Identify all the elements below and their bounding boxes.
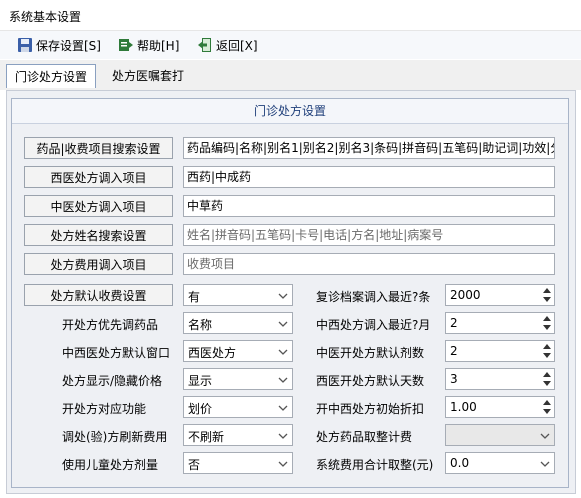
back-label: 返回[X] bbox=[216, 38, 258, 53]
select-value: 划价 bbox=[188, 402, 213, 416]
tab-prescription-print[interactable]: 处方医嘱套打 bbox=[103, 64, 193, 86]
total-rounding-label: 系统费用合计取整(元) bbox=[316, 458, 434, 472]
function-select[interactable]: 划价 bbox=[183, 396, 293, 418]
default-doses-spinner[interactable]: 2 bbox=[445, 340, 555, 362]
chevron-down-icon bbox=[278, 321, 288, 327]
western-import-button[interactable]: 西医处方调入项目 bbox=[24, 166, 173, 188]
child-dose-select[interactable]: 否 bbox=[183, 452, 293, 474]
save-icon bbox=[18, 38, 32, 52]
save-button[interactable]: 保存设置[S] bbox=[17, 35, 101, 55]
title-bar: 系统基本设置 bbox=[0, 0, 581, 31]
help-icon bbox=[119, 39, 133, 51]
spin-up-icon[interactable] bbox=[540, 286, 553, 295]
help-label: 帮助[H] bbox=[137, 38, 180, 53]
spin-down-icon[interactable] bbox=[540, 295, 553, 304]
refresh-fee-select[interactable]: 不刷新 bbox=[183, 424, 293, 446]
search-setting-field[interactable]: 药品编码|名称|别名1|别名2|别名3|条码|拼音码|五笔码|助记词|功效|分类 bbox=[183, 137, 555, 159]
initial-discount-spinner[interactable]: 1.00 bbox=[445, 396, 555, 418]
back-button[interactable]: 返回[X] bbox=[197, 35, 258, 55]
recent-months-spinner[interactable]: 2 bbox=[445, 312, 555, 334]
tab-label: 处方医嘱套打 bbox=[111, 68, 184, 83]
round-billing-label: 处方药品取整计费 bbox=[316, 430, 413, 444]
show-price-label: 处方显示/隐藏价格 bbox=[62, 374, 163, 388]
spin-down-icon[interactable] bbox=[540, 351, 553, 360]
spin-up-icon[interactable] bbox=[540, 370, 553, 379]
function-label: 开处方对应功能 bbox=[62, 402, 147, 416]
exit-icon bbox=[198, 38, 211, 52]
chevron-down-icon bbox=[278, 377, 288, 383]
spin-down-icon[interactable] bbox=[540, 323, 553, 332]
group-title: 门诊处方设置 bbox=[12, 99, 568, 124]
priority-drug-select[interactable]: 名称 bbox=[183, 312, 293, 334]
toolbar: 保存设置[S] 帮助[H] 返回[X] bbox=[0, 31, 581, 59]
refresh-fee-label: 调处(验)方刷新费用 bbox=[62, 430, 168, 444]
search-setting-button[interactable]: 药品|收费项目搜索设置 bbox=[24, 137, 173, 159]
chinese-import-button[interactable]: 中医处方调入项目 bbox=[24, 195, 173, 217]
select-value: 名称 bbox=[188, 318, 213, 332]
western-import-field[interactable]: 西药|中成药 bbox=[183, 166, 555, 188]
select-value: 0.0 bbox=[450, 456, 470, 470]
child-dose-label: 使用儿童处方剂量 bbox=[62, 458, 159, 472]
tab-outpatient-prescription[interactable]: 门诊处方设置 bbox=[6, 64, 96, 88]
spinner-value: 2000 bbox=[450, 288, 481, 302]
default-window-select[interactable]: 西医处方 bbox=[183, 340, 293, 362]
spin-up-icon[interactable] bbox=[540, 398, 553, 407]
spin-down-icon[interactable] bbox=[540, 379, 553, 388]
recent-months-label: 中西处方调入最近?月 bbox=[316, 318, 431, 332]
round-billing-select[interactable] bbox=[445, 424, 555, 446]
default-charge-select[interactable]: 有 bbox=[183, 284, 293, 306]
spinner-value: 2 bbox=[450, 344, 458, 358]
spinner-value: 1.00 bbox=[450, 400, 477, 414]
spinner-value: 2 bbox=[450, 316, 458, 330]
chinese-import-field[interactable]: 中草药 bbox=[183, 195, 555, 217]
save-label: 保存设置[S] bbox=[36, 38, 101, 53]
default-window-label: 中西医处方默认窗口 bbox=[62, 346, 171, 360]
window-title: 系统基本设置 bbox=[9, 10, 82, 24]
help-button[interactable]: 帮助[H] bbox=[118, 35, 179, 55]
default-doses-label: 中医开处方默认剂数 bbox=[316, 346, 425, 360]
spin-up-icon[interactable] bbox=[540, 342, 553, 351]
spin-down-icon[interactable] bbox=[540, 407, 553, 416]
select-value: 不刷新 bbox=[188, 430, 225, 444]
default-days-spinner[interactable]: 3 bbox=[445, 368, 555, 390]
chevron-down-icon bbox=[278, 293, 288, 299]
name-search-field[interactable]: 姓名|拼音码|五笔码|卡号|电话|方名|地址|病案号 bbox=[183, 224, 555, 246]
default-charge-button[interactable]: 处方默认收费设置 bbox=[24, 284, 173, 306]
total-rounding-select[interactable]: 0.0 bbox=[445, 452, 555, 474]
select-value: 有 bbox=[188, 290, 201, 304]
show-price-select[interactable]: 显示 bbox=[183, 368, 293, 390]
chevron-down-icon bbox=[540, 461, 550, 467]
initial-discount-label: 开中西处方初始折扣 bbox=[316, 402, 425, 416]
chevron-down-icon bbox=[278, 349, 288, 355]
fee-import-field[interactable]: 收费项目 bbox=[183, 253, 555, 275]
priority-drug-label: 开处方优先调药品 bbox=[62, 318, 159, 332]
chevron-down-icon bbox=[278, 461, 288, 467]
select-value: 西医处方 bbox=[188, 346, 237, 360]
name-search-button[interactable]: 处方姓名搜索设置 bbox=[24, 224, 173, 246]
chevron-down-icon bbox=[278, 433, 288, 439]
tab-strip: 门诊处方设置 处方医嘱套打 bbox=[0, 60, 581, 90]
fee-import-button[interactable]: 处方费用调入项目 bbox=[24, 253, 173, 275]
recent-records-label: 复诊档案调入最近?条 bbox=[316, 290, 431, 304]
select-value: 显示 bbox=[188, 374, 213, 388]
default-days-label: 西医开处方默认天数 bbox=[316, 374, 425, 388]
spinner-value: 3 bbox=[450, 372, 458, 386]
tab-label: 门诊处方设置 bbox=[14, 70, 87, 84]
spin-up-icon[interactable] bbox=[540, 314, 553, 323]
select-value: 否 bbox=[188, 458, 201, 472]
chevron-down-icon bbox=[278, 405, 288, 411]
recent-records-spinner[interactable]: 2000 bbox=[445, 284, 555, 306]
chevron-down-icon bbox=[540, 433, 550, 439]
